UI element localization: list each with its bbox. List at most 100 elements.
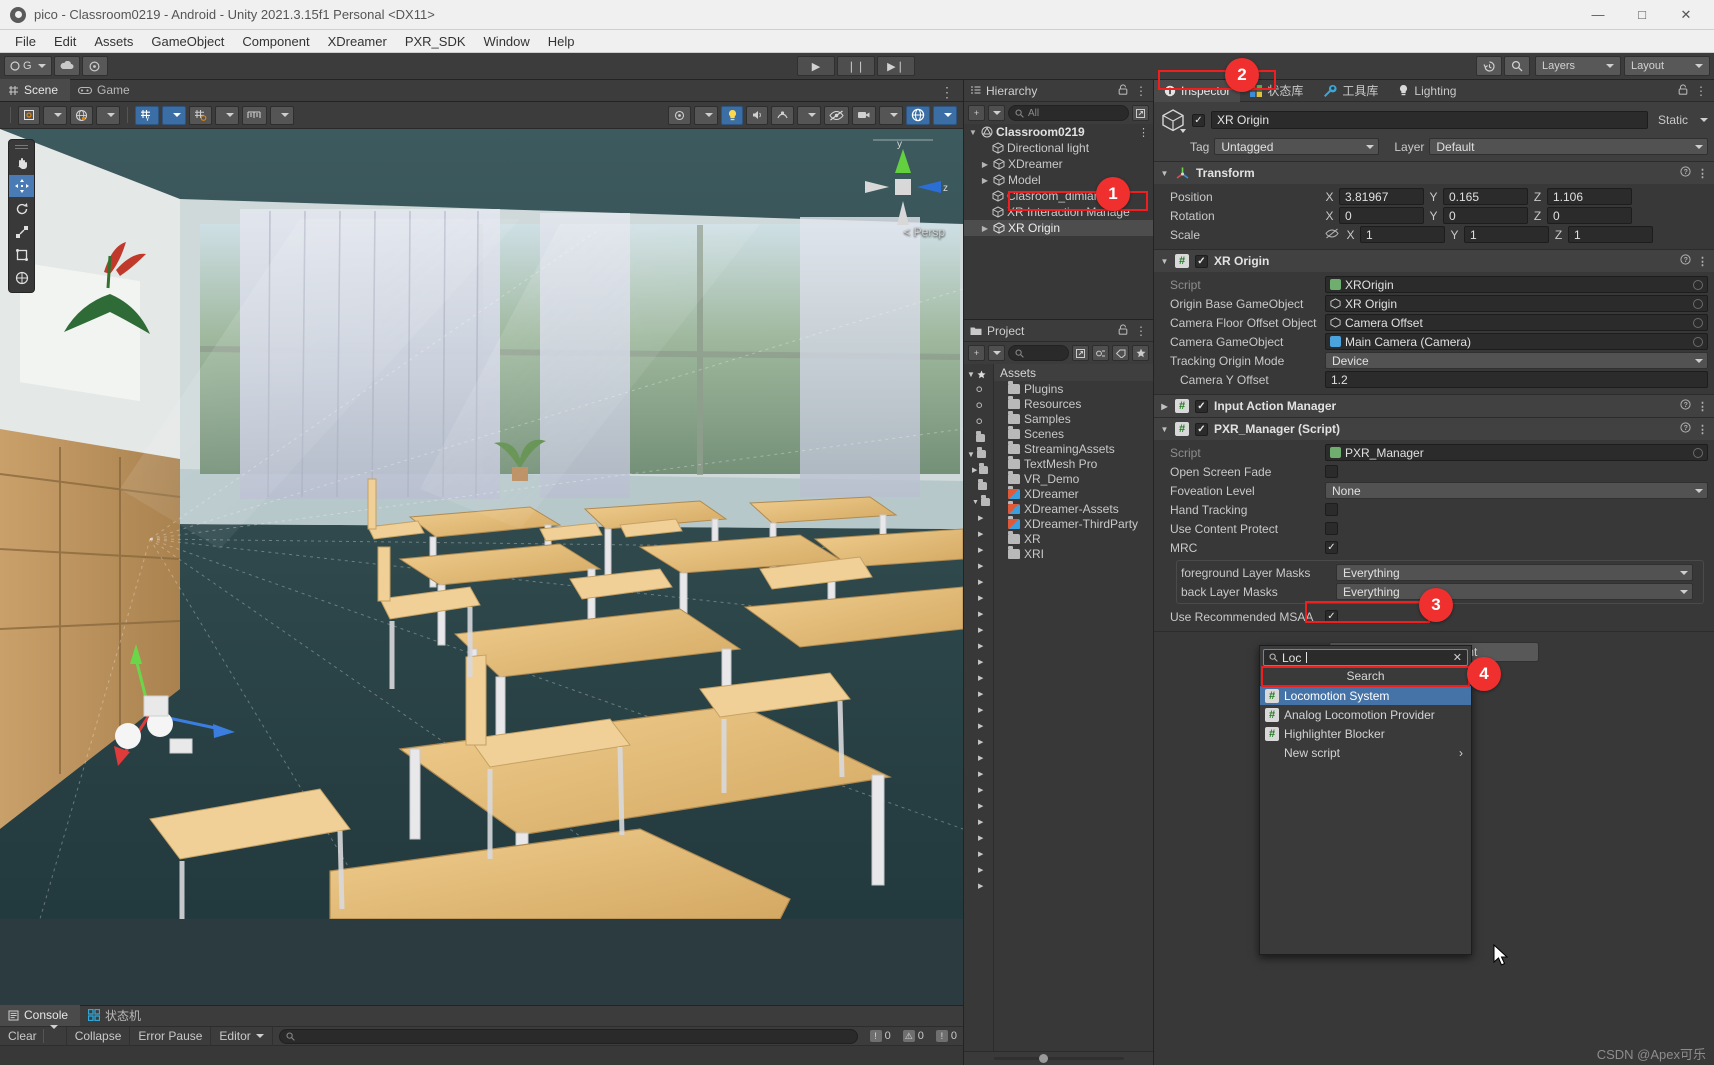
tree-node[interactable]: ▶ [964, 622, 993, 638]
tree-node[interactable]: ▶ [964, 558, 993, 574]
layout-dropdown[interactable]: Layout [1624, 56, 1710, 76]
hand-tool-icon[interactable] [9, 152, 34, 174]
input-action-manager-header[interactable]: ▶ # ✓ Input Action Manager ? ⋮ [1154, 395, 1714, 417]
layers-dropdown[interactable]: Layers [1535, 56, 1621, 76]
shading-mode-dropdown[interactable] [43, 105, 67, 125]
menu-component[interactable]: Component [233, 32, 318, 51]
object-picker-icon[interactable] [1693, 447, 1703, 458]
project-search-input[interactable] [1008, 345, 1069, 361]
pause-button[interactable]: ❘❘ [837, 56, 875, 76]
tree-node[interactable]: ▶ [964, 542, 993, 558]
camera-gameobject-field[interactable]: Main Camera (Camera) [1325, 333, 1708, 350]
rotation-y-input[interactable]: 0 [1443, 207, 1528, 224]
transform-header[interactable]: ▼ Transform ? ⋮ [1154, 162, 1714, 184]
slider-thumb[interactable] [1039, 1054, 1048, 1063]
tree-node[interactable]: ▼ [964, 494, 993, 510]
layer-dropdown[interactable]: Default [1429, 138, 1708, 155]
project-add-dropdown[interactable] [988, 345, 1005, 361]
gameobject-name-input[interactable]: XR Origin [1211, 111, 1648, 129]
xr-origin-enabled-checkbox[interactable]: ✓ [1195, 254, 1208, 268]
tree-node[interactable]: ▶ [964, 750, 993, 766]
tree-node[interactable]: ▶ [964, 846, 993, 862]
hierarchy-menu-icon[interactable]: ⋮ [1135, 84, 1147, 98]
scale-z-input[interactable]: 1 [1568, 226, 1653, 243]
project-popout-button[interactable] [1072, 345, 1089, 361]
tree-node[interactable] [964, 478, 993, 494]
favorite-item[interactable] [964, 382, 993, 398]
position-y-input[interactable]: 0.165 [1443, 188, 1528, 205]
hierarchy-item-xr-interaction-manager[interactable]: XR Interaction Manage [964, 204, 1153, 220]
tree-node[interactable]: ▶ [964, 878, 993, 894]
scene-panel-menu[interactable]: ⋮ [932, 84, 963, 101]
tab-game[interactable]: Game [70, 79, 142, 101]
scale-y-input[interactable]: 1 [1464, 226, 1549, 243]
open-screen-fade-checkbox[interactable] [1325, 465, 1338, 478]
console-search-input[interactable] [278, 1028, 858, 1044]
tracking-origin-mode-dropdown[interactable]: Device [1325, 352, 1708, 369]
tab-console[interactable]: Console [0, 1004, 81, 1026]
gameobject-enabled-checkbox[interactable]: ✓ [1192, 113, 1205, 127]
scene-viewport[interactable]: y z < Persp [0, 129, 963, 1005]
project-item-xdreamer[interactable]: XDreamer [994, 485, 1153, 501]
rotate-tool-icon[interactable] [9, 198, 34, 220]
tree-node[interactable]: ▶ [964, 702, 993, 718]
effects-dropdown[interactable] [797, 105, 821, 125]
search-icon[interactable] [1504, 56, 1530, 76]
lighting-toggle-button[interactable] [721, 105, 743, 125]
console-warning-count[interactable]: ⚠ 0 [897, 1030, 930, 1042]
use-content-protect-checkbox[interactable] [1325, 522, 1338, 535]
position-x-input[interactable]: 3.81967 [1339, 188, 1424, 205]
camera-y-offset-input[interactable]: 1.2 [1325, 371, 1708, 388]
component-menu-item-new-script[interactable]: New script › [1260, 743, 1471, 762]
chevron-right-icon[interactable]: ▶ [1160, 402, 1169, 411]
favorite-item[interactable] [964, 414, 993, 430]
pxr-manager-header[interactable]: ▼ # ✓ PXR_Manager (Script) ? ⋮ [1154, 418, 1714, 440]
help-icon[interactable]: ? [1680, 399, 1691, 413]
project-item-scenes[interactable]: Scenes [994, 425, 1153, 441]
tree-node[interactable]: ▶ [964, 734, 993, 750]
project-item-plugins[interactable]: Plugins [994, 380, 1153, 396]
foreground-layer-masks-dropdown[interactable]: Everything [1336, 564, 1693, 581]
toggle-2d-grid-button[interactable]: y [135, 105, 159, 125]
tree-node[interactable]: ▶ [964, 862, 993, 878]
close-button[interactable]: ✕ [1664, 0, 1708, 30]
tree-node[interactable]: ▶ [964, 798, 993, 814]
project-contents-pane[interactable]: Assets Plugins Resources Samples Scenes … [994, 364, 1153, 1051]
project-item-xdreamer-assets[interactable]: XDreamer-Assets [994, 500, 1153, 516]
menu-window[interactable]: Window [475, 32, 539, 51]
hierarchy-popout-button[interactable] [1132, 105, 1149, 121]
hierarchy-add-dropdown[interactable] [988, 105, 1005, 121]
grid-size-dropdown[interactable] [270, 105, 294, 125]
scale-x-input[interactable]: 1 [1360, 226, 1445, 243]
minimize-button[interactable]: — [1576, 0, 1620, 30]
project-item-samples[interactable]: Samples [994, 410, 1153, 426]
tree-node[interactable]: ▶ [964, 606, 993, 622]
rotation-z-input[interactable]: 0 [1547, 207, 1632, 224]
hierarchy-item-directional-light[interactable]: Directional light [964, 140, 1153, 156]
step-button[interactable]: ▶❘ [877, 56, 915, 76]
project-item-vr-demo[interactable]: VR_Demo [994, 470, 1153, 486]
tree-node[interactable]: ▶ [964, 686, 993, 702]
hierarchy-list[interactable]: ▼ Classroom0219 ⋮ Directional light ▶ XD… [964, 124, 1153, 319]
project-tree-pane[interactable]: ▼ ▼ ▶ ▼ ▶ ▶ ▶ ▶ ▶ ▶ ▶ ▶ ▶ ▶ ▶ ▶ ▶ ▶ ▶ ▶ … [964, 364, 994, 1051]
tree-node[interactable]: ▶ [964, 782, 993, 798]
play-button[interactable]: ▶ [797, 56, 835, 76]
component-search-input[interactable]: Loc ✕ [1263, 649, 1468, 666]
snap-button[interactable] [189, 105, 212, 125]
project-label-button[interactable] [1112, 345, 1129, 361]
draw-mode-button[interactable] [70, 105, 93, 125]
hand-tracking-checkbox[interactable] [1325, 503, 1338, 516]
tree-node[interactable]: ▶ [964, 510, 993, 526]
hidden-objects-button[interactable] [824, 105, 849, 125]
favorites-root[interactable]: ▼ [964, 366, 993, 382]
menu-assets[interactable]: Assets [85, 32, 142, 51]
component-menu-item-highlighter-blocker[interactable]: # Highlighter Blocker [1260, 724, 1471, 743]
tree-node[interactable]: ▶ [964, 462, 993, 478]
project-add-button[interactable]: + [968, 345, 985, 361]
chevron-down-icon[interactable]: ▼ [1160, 425, 1169, 434]
hierarchy-search-input[interactable]: All [1008, 105, 1129, 121]
project-item-streamingassets[interactable]: StreamingAssets [994, 440, 1153, 456]
tree-node[interactable]: ▶ [964, 766, 993, 782]
lock-icon[interactable] [1678, 83, 1688, 98]
help-icon[interactable]: ? [1680, 254, 1691, 268]
